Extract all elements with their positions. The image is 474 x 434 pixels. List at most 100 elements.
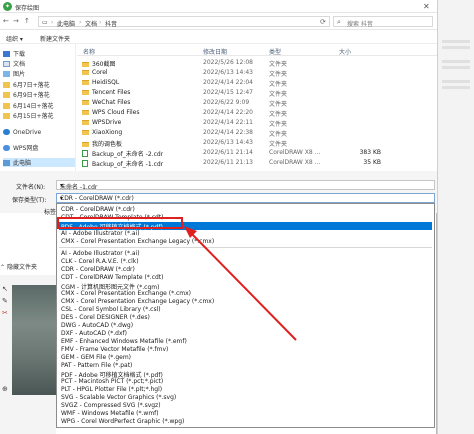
file-type: 文件夹: [269, 71, 288, 78]
document-icon: [3, 61, 10, 67]
file-type: 文件夹: [269, 131, 288, 138]
dropdown-option[interactable]: CMX - Corel Presentation Exchange Legacy…: [59, 238, 432, 246]
folder-icon: [82, 100, 89, 105]
file-row[interactable]: HeidiSQL 2022/4/14 22:04 文件夹: [77, 79, 437, 88]
sidebar-item-downloads[interactable]: 下载: [3, 49, 25, 58]
dropdown-option[interactable]: PLT - HPGL Plotter File (*.plt;*.hgl): [59, 386, 432, 394]
dropdown-option[interactable]: CSL - Corel Symbol Library (*.csl): [59, 306, 432, 314]
file-row[interactable]: WeChat Files 2022/6/22 9:09 文件夹: [77, 99, 437, 108]
dropdown-option[interactable]: AI - Adobe Illustrator (*.ai): [59, 250, 432, 258]
file-size: 35 KB: [363, 159, 381, 166]
dropdown-option[interactable]: CDR - CorelDRAW (*.cdr): [59, 266, 432, 274]
column-headers: 名称 修改日期 类型 大小: [77, 44, 437, 56]
dropdown-option[interactable]: EMF - Enhanced Windows Metafile (*.emf): [59, 338, 432, 346]
picture-icon: [3, 71, 10, 77]
folder-icon: [82, 120, 89, 125]
cloud-icon: [3, 129, 10, 135]
organize-button[interactable]: 组织 ▾: [6, 34, 23, 43]
dropdown-option[interactable]: DES - Corel DESIGNER (*.des): [59, 314, 432, 322]
column-size[interactable]: 大小: [339, 47, 351, 56]
file-row[interactable]: XiaoXiong 2022/4/14 22:38 文件夹: [77, 129, 437, 138]
file-row[interactable]: Corel 2022/6/13 14:43 文件夹: [77, 69, 437, 78]
sidebar-item-folder-4[interactable]: 6月15日+落花: [3, 111, 53, 120]
file-date: 2022/6/13 14:43: [203, 139, 253, 146]
sidebar-item-onedrive[interactable]: OneDrive: [3, 129, 41, 138]
sidebar-item-folder-2[interactable]: 6月9日+落花: [3, 90, 50, 99]
dropdown-option[interactable]: WMF - Windows Metafile (*.wmf): [59, 410, 432, 418]
dropdown-option[interactable]: WPG - Corel WordPerfect Graphic (*.wpg): [59, 418, 432, 426]
dropdown-option[interactable]: CGM - 计算机图形图元文件 (*.cgm): [59, 282, 432, 291]
sidebar-item-documents[interactable]: 文档: [3, 59, 25, 68]
file-date: 2022/4/14 22:38: [203, 129, 253, 136]
dropdown-option[interactable]: CDR - CorelDRAW (*.cdr): [59, 206, 432, 214]
forward-arrow-icon[interactable]: →: [13, 17, 19, 25]
file-date: 2022/6/11 21:14: [203, 149, 253, 156]
dropdown-option[interactable]: SVGZ - Compressed SVG (*.svgz): [59, 402, 432, 410]
column-date[interactable]: 修改日期: [203, 47, 227, 56]
folder-icon: [3, 113, 10, 119]
breadcrumb-documents[interactable]: 文档: [85, 19, 97, 28]
refresh-icon[interactable]: ⟳: [320, 18, 326, 26]
breadcrumb-douyin[interactable]: 抖音: [105, 19, 117, 28]
file-date: 2022/4/14 22:11: [203, 119, 253, 126]
file-row[interactable]: Tencent Files 2022/4/15 12:47 文件夹: [77, 89, 437, 98]
savetype-label: 保存类型(T):: [12, 197, 47, 204]
dropdown-option[interactable]: SVG - Scalable Vector Graphics (*.svg): [59, 394, 432, 402]
dropdown-option[interactable]: PCT - Macintosh PICT (*.pct;*.pict): [59, 378, 432, 386]
dropdown-option[interactable]: FMV - Frame Vector Metafile (*.fmv): [59, 346, 432, 354]
dialog-title: 保存绘图: [15, 5, 40, 12]
background-app-panel: [437, 0, 474, 434]
dropdown-option[interactable]: DWG - AutoCAD (*.dwg): [59, 322, 432, 330]
shape-tool-icon: ✎: [2, 297, 8, 305]
dropdown-option[interactable]: AI - Adobe Illustrator (*.ai): [59, 230, 432, 238]
new-folder-button[interactable]: 新建文件夹: [40, 34, 70, 43]
breadcrumb[interactable]: ▭ › 此电脑 › 文档 › 抖音 ⟳: [38, 16, 330, 28]
file-row[interactable]: 360截图 2022/5/26 12:08 文件夹: [77, 59, 437, 68]
file-type: 文件夹: [269, 81, 288, 88]
file-name: 360截图: [82, 59, 115, 68]
sidebar-item-folder-1[interactable]: 6月7日+落花: [3, 80, 50, 89]
dropdown-option[interactable]: CDT - CorelDRAW Template (*.cdt): [59, 274, 432, 282]
file-row[interactable]: Backup_of_未命名 -1.cdr 2022/6/11 21:13 Corel…: [77, 159, 437, 168]
sidebar-item-wps[interactable]: WPS网盘: [3, 143, 38, 152]
file-row[interactable]: Backup_of_未命名 -2.cdr 2022/6/11 21:14 Corel…: [77, 149, 437, 158]
file-row[interactable]: 我的调色板 2022/6/13 14:43 文件夹: [77, 139, 437, 148]
close-icon[interactable]: ✕: [423, 2, 430, 11]
dropdown-separator: [59, 247, 432, 248]
file-date: 2022/6/22 9:09: [203, 99, 250, 106]
chevron-down-icon[interactable]: ▾: [60, 182, 431, 189]
column-name[interactable]: 名称: [83, 47, 95, 56]
dropdown-option[interactable]: GEM - GEM File (*.gem): [59, 354, 432, 362]
dropdown-option[interactable]: CLK - Corel R.A.V.E. (*.clk): [59, 258, 432, 266]
dropdown-option[interactable]: CMX - Corel Presentation Exchange (*.cmx…: [59, 290, 432, 298]
dropdown-option[interactable]: CMX - Corel Presentation Exchange Legacy…: [59, 298, 432, 306]
file-name: XiaoXiong: [82, 129, 122, 136]
hide-folders-toggle[interactable]: ⌃ 隐藏文件夹: [0, 262, 37, 271]
file-row[interactable]: WPS Cloud Files 2022/4/14 22:20 文件夹: [77, 109, 437, 118]
sidebar-item-this-pc[interactable]: 此电脑: [3, 158, 75, 167]
file-name: Corel: [82, 69, 108, 76]
file-type: 文件夹: [269, 111, 288, 118]
search-placeholder: 搜索 抖音: [347, 21, 373, 28]
cdr-file-icon: [82, 160, 88, 167]
file-date: 2022/4/14 22:04: [203, 79, 253, 86]
dropdown-option[interactable]: DXF - AutoCAD (*.dxf): [59, 330, 432, 338]
chevron-down-icon[interactable]: ▾: [60, 195, 431, 202]
column-type[interactable]: 类型: [269, 47, 281, 56]
file-name: Tencent Files: [82, 89, 130, 96]
dropdown-option[interactable]: PDF - Adobe 可移植文档格式 (*.pdf): [59, 370, 432, 379]
dropdown-option[interactable]: PAT - Pattern File (*.pat): [59, 362, 432, 370]
highlight-annotation-box: [57, 217, 183, 229]
up-arrow-icon[interactable]: ↑: [24, 17, 30, 25]
sidebar-item-folder-3[interactable]: 6月14日+落花: [3, 101, 53, 110]
sidebar-item-pictures[interactable]: 图片: [3, 69, 25, 78]
savetype-select[interactable]: CDR - CorelDRAW (*.cdr) ▾: [56, 193, 435, 203]
background-photo: [12, 285, 56, 395]
search-input[interactable]: ⌕ 搜索 抖音: [333, 16, 433, 28]
breadcrumb-this-pc[interactable]: 此电脑: [57, 19, 75, 28]
file-row[interactable]: WPSDrive 2022/4/14 22:11 文件夹: [77, 119, 437, 128]
filename-input[interactable]: 未命名 -1.cdr ▾: [56, 180, 435, 191]
file-date: 2022/4/15 12:47: [203, 89, 253, 96]
file-type: 文件夹: [269, 101, 288, 108]
back-arrow-icon[interactable]: ←: [3, 17, 9, 25]
